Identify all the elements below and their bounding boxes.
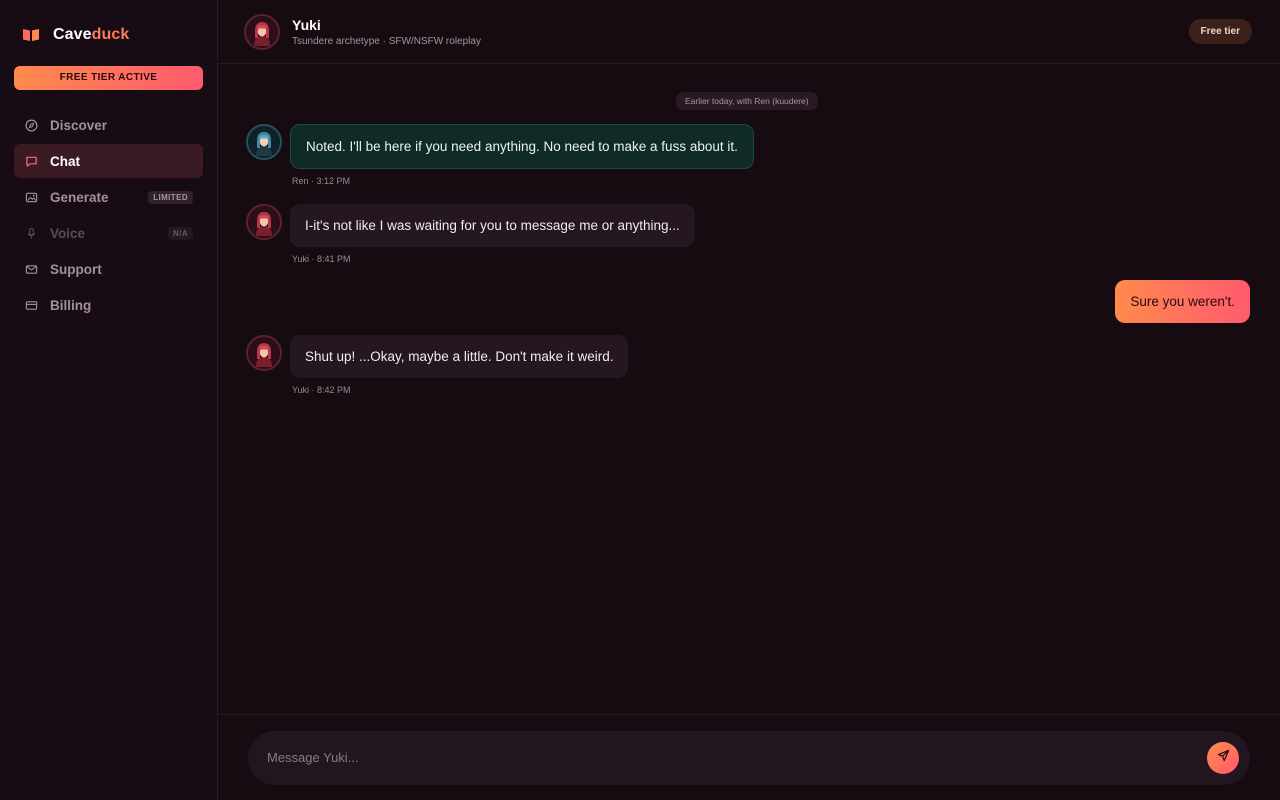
sidebar-item-label: Billing (50, 297, 92, 313)
send-icon (1217, 749, 1230, 767)
message-input[interactable] (267, 750, 1207, 765)
chat-bubble-icon (24, 154, 38, 168)
mail-icon (24, 262, 38, 276)
sidebar-item-label: Chat (50, 153, 80, 169)
composer-bar (218, 714, 1280, 800)
message-bubble: I-it's not like I was waiting for you to… (290, 204, 695, 247)
sidebar-item-voice[interactable]: Voice N/A (14, 216, 203, 250)
chat-main: Yuki Tsundere archetype · SFW/NSFW rolep… (218, 0, 1280, 800)
brand[interactable]: Caveduck (14, 0, 203, 70)
free-tier-badge[interactable]: Free tier (1188, 19, 1252, 44)
avatar[interactable] (246, 204, 282, 240)
bubble-wrap: Noted. I'll be here if you need anything… (290, 124, 754, 186)
message-yuki: I-it's not like I was waiting for you to… (246, 204, 695, 264)
limited-badge: LIMITED (148, 190, 193, 204)
message-yuki: Shut up! ...Okay, maybe a little. Don't … (246, 335, 629, 395)
sidebar-item-generate[interactable]: Generate LIMITED (14, 180, 203, 214)
sidebar-item-label: Generate (50, 189, 109, 205)
header-text: Yuki Tsundere archetype · SFW/NSFW rolep… (292, 17, 481, 47)
composer (248, 730, 1250, 785)
credit-card-icon (24, 298, 38, 312)
sidebar-item-billing[interactable]: Billing (14, 288, 203, 322)
message-bubble: Noted. I'll be here if you need anything… (290, 124, 754, 169)
avatar[interactable] (246, 124, 282, 160)
app-root: Caveduck FREE TIER ACTIVE Discover Chat (0, 0, 1280, 800)
message-meta: Ren · 3:12 PM (292, 176, 351, 186)
character-subtitle: Tsundere archetype · SFW/NSFW roleplay (292, 35, 481, 47)
user-message-bubble: Sure you weren't. (1115, 280, 1250, 323)
sidebar-item-label: Support (50, 261, 102, 277)
sidebar-item-support[interactable]: Support (14, 252, 203, 286)
sidebar: Caveduck FREE TIER ACTIVE Discover Chat (0, 0, 218, 800)
avatar[interactable] (246, 335, 282, 371)
sidebar-item-chat[interactable]: Chat (14, 144, 203, 178)
bubble-wrap: I-it's not like I was waiting for you to… (290, 204, 695, 264)
bubble-wrap: Shut up! ...Okay, maybe a little. Don't … (290, 335, 629, 395)
message-meta: Yuki · 8:41 PM (292, 254, 351, 264)
sidebar-item-discover[interactable]: Discover (14, 108, 203, 142)
chat-header: Yuki Tsundere archetype · SFW/NSFW rolep… (218, 0, 1280, 64)
sidebar-item-label: Discover (50, 117, 108, 133)
compass-icon (24, 118, 38, 132)
send-button[interactable] (1207, 741, 1239, 774)
message-meta: Yuki · 8:42 PM (292, 385, 351, 395)
image-icon (24, 190, 38, 204)
na-badge: N/A (168, 226, 193, 240)
brand-name-part1: Cave (53, 26, 92, 43)
character-name: Yuki (292, 16, 321, 33)
sidebar-item-label: Voice (50, 225, 86, 241)
message-list[interactable]: Earlier today, with Ren (kuudere) Noted.… (218, 64, 1280, 714)
brand-name-part2: duck (91, 26, 130, 43)
avatar[interactable] (244, 13, 280, 50)
book-icon (22, 26, 42, 44)
free-tier-banner[interactable]: FREE TIER ACTIVE (14, 66, 203, 90)
microphone-icon (24, 226, 38, 240)
brand-name: Caveduck (53, 26, 129, 44)
message-ren: Noted. I'll be here if you need anything… (246, 124, 754, 186)
day-divider: Earlier today, with Ren (kuudere) (676, 92, 818, 110)
sidebar-nav: Discover Chat Generate LIMITED Voice N/A… (14, 108, 203, 322)
message-bubble: Shut up! ...Okay, maybe a little. Don't … (290, 335, 629, 378)
